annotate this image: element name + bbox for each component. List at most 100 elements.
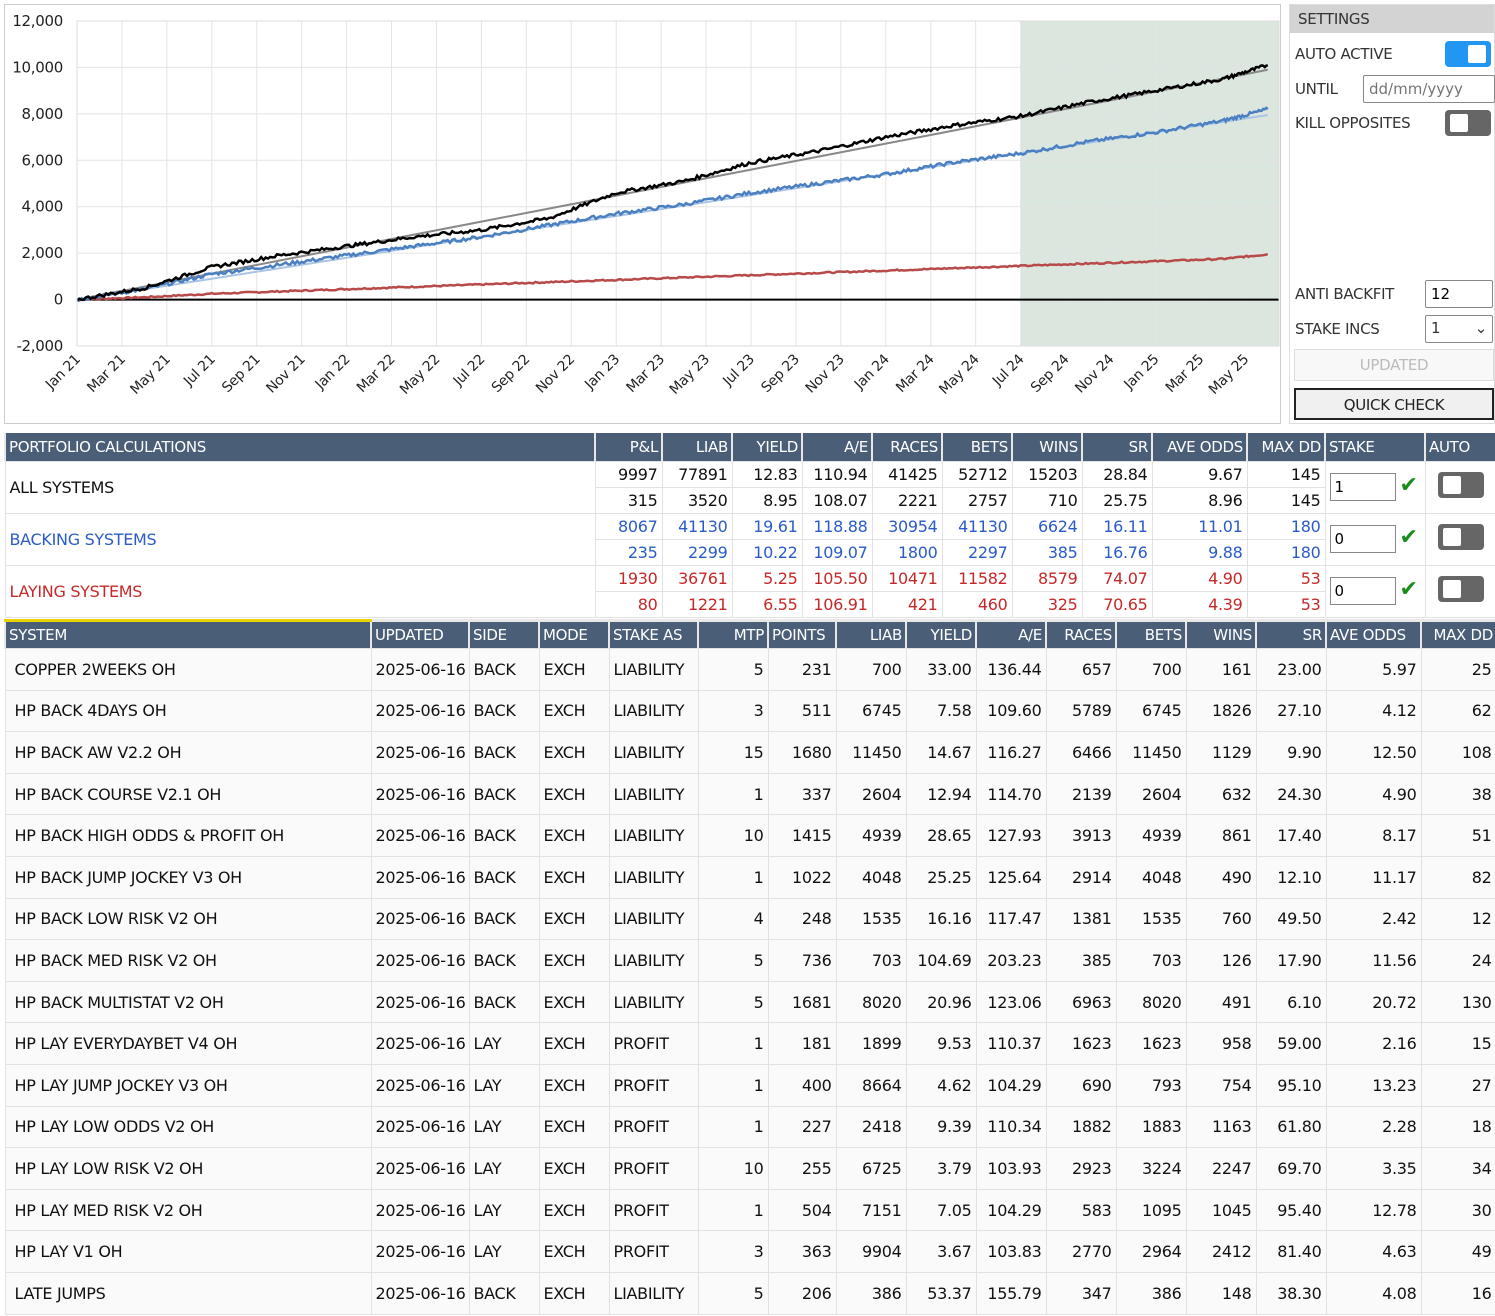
system-cell-updated: 2025-06-16 (370, 939, 470, 982)
system-cell-races: 583 (1045, 1188, 1117, 1232)
system-cell-ave-odds: 5.97 (1325, 648, 1422, 691)
until-date-input[interactable] (1363, 75, 1495, 103)
x-tick-label: Jan 22 (312, 352, 354, 394)
systems-header-side[interactable]: SIDE (468, 619, 539, 649)
system-row[interactable]: HP BACK AW V2.2 OH 2025-06-16 BACK EXCH LIAB… (4, 731, 1495, 774)
portfolio-cell: 110.94 (801, 460, 873, 487)
portfolio-header-auto[interactable]: AUTO (1424, 433, 1495, 461)
systems-header-mode[interactable]: MODE (538, 619, 609, 649)
system-cell-max-dd: 12 (1420, 897, 1495, 941)
system-cell-liab: 1899 (835, 1022, 907, 1065)
portfolio-header-portfolio-calculations[interactable]: PORTFOLIO CALCULATIONS (4, 433, 595, 461)
systems-header-mtp[interactable]: MTP (697, 619, 768, 649)
system-cell-points: 206 (767, 1271, 837, 1315)
system-row[interactable]: HP LAY LOW RISK V2 OH 2025-06-16 LAY EXCH PR… (4, 1147, 1495, 1190)
systems-header-updated[interactable]: UPDATED (370, 619, 469, 649)
system-row[interactable]: HP BACK JUMP JOCKEY V3 OH 2025-06-16 BACK E… (4, 855, 1495, 899)
system-cell-side: BACK (468, 1271, 540, 1315)
system-row[interactable]: HP LAY EVERYDAYBET V4 OH 2025-06-16 LAY EXC… (4, 1022, 1495, 1065)
checkmark-icon[interactable]: ✔ (1400, 577, 1418, 602)
auto-toggle[interactable] (1437, 472, 1484, 498)
updated-button[interactable]: UPDATED (1294, 349, 1494, 381)
system-cell-mode: EXCH (538, 939, 610, 982)
system-cell-ave-odds: 3.35 (1325, 1147, 1422, 1190)
system-cell-liab: 8664 (835, 1063, 907, 1107)
portfolio-cell: 8.95 (731, 486, 803, 514)
system-cell-yield: 3.79 (905, 1147, 977, 1190)
systems-header-points[interactable]: POINTS (767, 619, 836, 649)
system-cell-wins: 1163 (1185, 1105, 1257, 1149)
checkmark-icon[interactable]: ✔ (1400, 525, 1418, 550)
system-cell-a-e: 116.27 (975, 731, 1047, 774)
system-cell-updated: 2025-06-16 (370, 689, 470, 733)
system-row[interactable]: HP BACK HIGH ODDS & PROFIT OH 2025-06-16 B… (4, 814, 1495, 857)
portfolio-header-p-l[interactable]: P&L (594, 433, 662, 461)
systems-header-max-dd[interactable]: MAX DD (1420, 619, 1495, 649)
portfolio-header-races[interactable]: RACES (871, 433, 942, 461)
systems-header-yield[interactable]: YIELD (905, 619, 976, 649)
auto-toggle[interactable] (1437, 524, 1484, 550)
system-cell-system: COPPER 2WEEKS OH (4, 648, 372, 691)
anti-backfit-input[interactable] (1425, 280, 1493, 308)
system-cell-mtp: 1 (697, 1105, 769, 1149)
system-row[interactable]: HP BACK COURSE V2.1 OH 2025-06-16 BACK EXCH… (4, 772, 1495, 816)
system-cell-side: LAY (468, 1188, 540, 1232)
system-cell-ave-odds: 12.78 (1325, 1188, 1422, 1232)
system-row[interactable]: COPPER 2WEEKS OH 2025-06-16 BACK EXCH LIABIL… (4, 648, 1495, 691)
system-row[interactable]: HP LAY LOW ODDS V2 OH 2025-06-16 LAY EXCH PR… (4, 1105, 1495, 1149)
portfolio-header-sr[interactable]: SR (1081, 433, 1152, 461)
portfolio-header-bets[interactable]: BETS (941, 433, 1012, 461)
portfolio-header-stake[interactable]: STAKE (1324, 433, 1425, 461)
stake-input[interactable] (1329, 525, 1396, 553)
system-cell-system: HP BACK COURSE V2.1 OH (4, 772, 372, 816)
portfolio-cell: 1800 (871, 538, 943, 566)
systems-header-sr[interactable]: SR (1255, 619, 1326, 649)
systems-header-ave-odds[interactable]: AVE ODDS (1325, 619, 1421, 649)
portfolio-header-max-dd[interactable]: MAX DD (1246, 433, 1325, 461)
system-cell-max-dd: 82 (1420, 855, 1495, 899)
portfolio-header-a-e[interactable]: A/E (801, 433, 872, 461)
auto-toggle[interactable] (1437, 576, 1484, 602)
system-cell-races: 690 (1045, 1063, 1117, 1107)
system-cell-races: 6963 (1045, 980, 1117, 1024)
system-row[interactable]: HP BACK MULTISTAT V2 OH 2025-06-16 BACK EXC… (4, 980, 1495, 1024)
stake-input[interactable] (1329, 577, 1396, 605)
portfolio-header-liab[interactable]: LIAB (661, 433, 732, 461)
system-cell-side: BACK (468, 980, 540, 1024)
quick-check-button[interactable]: QUICK CHECK (1294, 388, 1494, 420)
checkmark-icon[interactable]: ✔ (1400, 473, 1418, 498)
systems-header-system[interactable]: SYSTEM (4, 619, 371, 649)
portfolio-cell: 421 (871, 590, 943, 618)
stake-incs-select[interactable]: 1 ⌄ (1425, 315, 1493, 343)
system-cell-max-dd: 62 (1420, 689, 1495, 733)
system-row[interactable]: LATE JUMPS 2025-06-16 BACK EXCH LIABILITY 5 20… (4, 1271, 1495, 1315)
system-row[interactable]: HP LAY V1 OH 2025-06-16 LAY EXCH PROFIT 3 363 9… (4, 1230, 1495, 1273)
auto-active-toggle[interactable] (1445, 41, 1491, 67)
system-cell-liab: 9904 (835, 1230, 907, 1273)
systems-header-bets[interactable]: BETS (1115, 619, 1186, 649)
kill-opposites-toggle[interactable] (1445, 110, 1491, 136)
portfolio-header-yield[interactable]: YIELD (731, 433, 802, 461)
systems-header-races[interactable]: RACES (1045, 619, 1116, 649)
system-cell-wins: 148 (1185, 1271, 1257, 1315)
systems-header-stake-as[interactable]: STAKE AS (608, 619, 698, 649)
system-row[interactable]: HP LAY JUMP JOCKEY V3 OH 2025-06-16 LAY EXC… (4, 1063, 1495, 1107)
portfolio-header-ave-odds[interactable]: AVE ODDS (1151, 433, 1247, 461)
systems-header-a-e[interactable]: A/E (975, 619, 1046, 649)
system-cell-points: 248 (767, 897, 837, 941)
systems-header-wins[interactable]: WINS (1185, 619, 1256, 649)
system-cell-side: BACK (468, 897, 540, 941)
portfolio-cell: 6.55 (731, 590, 803, 618)
portfolio-header-wins[interactable]: WINS (1011, 433, 1082, 461)
stake-input[interactable] (1329, 473, 1396, 501)
system-row[interactable]: HP BACK 4DAYS OH 2025-06-16 BACK EXCH LIABIL… (4, 689, 1495, 733)
system-cell-sr: 38.30 (1255, 1271, 1327, 1315)
system-row[interactable]: HP BACK LOW RISK V2 OH 2025-06-16 BACK EXCH… (4, 897, 1495, 941)
portfolio-cell: 2299 (661, 538, 733, 566)
x-tick-label: Mar 22 (354, 352, 398, 396)
systems-header-liab[interactable]: LIAB (835, 619, 906, 649)
system-cell-stake-as: PROFIT (608, 1188, 699, 1232)
system-row[interactable]: HP BACK MED RISK V2 OH 2025-06-16 BACK EXCH… (4, 939, 1495, 982)
system-cell-max-dd: 25 (1420, 648, 1495, 691)
system-row[interactable]: HP LAY MED RISK V2 OH 2025-06-16 LAY EXCH PR… (4, 1188, 1495, 1232)
